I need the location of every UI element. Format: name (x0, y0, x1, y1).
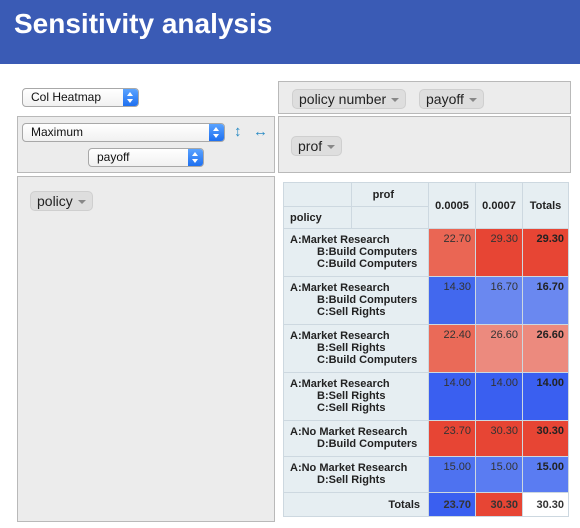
value-cell: 23.70 (428, 420, 476, 457)
table-row: A:Market Research B:Build Computers C:Buil… (283, 228, 569, 277)
value-cell: 16.70 (475, 276, 523, 325)
row-label-line: A:Market Research (290, 282, 390, 294)
row-label-line: A:Market Research (290, 234, 390, 246)
row-label-line: C:Sell Rights (317, 306, 386, 318)
col-total-cell: 30.30 (475, 492, 523, 517)
row-attributes-area[interactable]: policy (17, 176, 275, 522)
value-cell: 22.70 (428, 228, 476, 277)
col-header-totals: Totals (522, 182, 569, 229)
row-label-line: A:No Market Research (290, 462, 408, 474)
row-label-line: B:Build Computers (317, 246, 418, 258)
column-attributes-area[interactable]: policy number payoff (278, 81, 571, 114)
row-label: A:Market Research B:Build Computers C:Sell… (283, 276, 429, 325)
row-label-line: A:No Market Research (290, 426, 408, 438)
col-header-0005: 0.0005 (428, 182, 476, 229)
select-arrows-icon (188, 149, 203, 166)
value-cell: 14.30 (428, 276, 476, 325)
row-total-cell: 26.60 (522, 324, 569, 373)
value-cell: 14.00 (428, 372, 476, 421)
pill-policy[interactable]: policy (30, 191, 93, 211)
corner-cell (283, 182, 352, 207)
row-label: A:Market Research B:Sell Rights C:Sell Rig… (283, 372, 429, 421)
value-cell: 26.60 (475, 324, 523, 373)
col-total-cell: 23.70 (428, 492, 476, 517)
row-total-cell: 14.00 (522, 372, 569, 421)
page-title: Sensitivity analysis (14, 8, 273, 39)
table-row: A:Market Research B:Build Computers C:Sell… (283, 276, 569, 325)
sort-rows-icon[interactable]: ↕ (234, 124, 242, 140)
row-label-line: C:Build Computers (317, 354, 418, 366)
caret-down-icon (77, 200, 86, 205)
row-label: A:Market Research B:Sell Rights C:Build Co… (283, 324, 429, 373)
row-total-cell: 29.30 (522, 228, 569, 277)
column-header-area[interactable]: prof (278, 116, 571, 173)
row-label-line: B:Build Computers (317, 294, 418, 306)
row-label-line: C:Sell Rights (317, 402, 386, 414)
row-attr-spacer (351, 206, 429, 229)
caret-down-icon (468, 98, 477, 103)
row-total-cell: 15.00 (522, 456, 569, 493)
aggregator-select[interactable]: Maximum (22, 123, 225, 142)
pill-prof[interactable]: prof (291, 136, 343, 156)
row-label: A:Market Research B:Build Computers C:Buil… (283, 228, 429, 277)
row-label-line: A:Market Research (290, 330, 390, 342)
col-attr-label: prof (351, 182, 429, 207)
table-row: A:No Market Research D:Sell Rights 15.00 15… (283, 456, 569, 493)
row-label: A:No Market Research D:Sell Rights (283, 456, 429, 493)
value-cell: 15.00 (475, 456, 523, 493)
renderer-select-value: Col Heatmap (31, 90, 102, 104)
pill-label: policy number (299, 91, 387, 107)
totals-label: Totals (283, 492, 429, 517)
row-attr-label: policy (283, 206, 352, 229)
row-label-line: C:Build Computers (317, 258, 418, 270)
row-label-line: B:Sell Rights (317, 342, 386, 354)
row-total-cell: 30.30 (522, 420, 569, 457)
value-cell: 15.00 (428, 456, 476, 493)
value-cell: 14.00 (475, 372, 523, 421)
value-cell: 30.30 (475, 420, 523, 457)
aggregator-select-value: Maximum (31, 125, 84, 139)
pill-payoff[interactable]: payoff (419, 89, 484, 109)
attribute-select[interactable]: payoff (88, 148, 204, 167)
totals-row: Totals 23.70 30.30 30.30 (283, 492, 569, 517)
row-total-cell: 16.70 (522, 276, 569, 325)
grand-total-cell: 30.30 (522, 492, 569, 517)
value-cell: 22.40 (428, 324, 476, 373)
caret-down-icon (327, 145, 336, 150)
value-cell: 29.30 (475, 228, 523, 277)
renderer-select[interactable]: Col Heatmap (22, 88, 139, 107)
page-header: Sensitivity analysis (0, 0, 580, 64)
pill-label: policy (37, 193, 73, 209)
col-header-0007: 0.0007 (475, 182, 523, 229)
pill-label: prof (298, 138, 323, 154)
select-arrows-icon (209, 124, 224, 141)
attribute-select-value: payoff (97, 150, 130, 164)
caret-down-icon (391, 98, 400, 103)
row-label: A:No Market Research D:Build Computers (283, 420, 429, 457)
table-row: A:Market Research B:Sell Rights C:Sell Rig… (283, 372, 569, 421)
sort-cols-icon[interactable]: ↔ (253, 124, 268, 140)
row-label-line: D:Build Computers (317, 438, 418, 450)
select-arrows-icon (123, 89, 138, 106)
row-label-line: A:Market Research (290, 378, 390, 390)
row-label-line: D:Sell Rights (317, 474, 386, 486)
table-row: A:No Market Research D:Build Computers 23.… (283, 420, 569, 457)
pill-label: payoff (426, 91, 464, 107)
pivot-table: prof 0.0005 0.0007 Totals policy A:Marke… (283, 182, 569, 517)
pill-policy-number[interactable]: policy number (292, 89, 407, 109)
row-label-line: B:Sell Rights (317, 390, 386, 402)
table-row: A:Market Research B:Sell Rights C:Build Co… (283, 324, 569, 373)
aggregator-area: Maximum ↕ ↔ payoff (17, 116, 275, 173)
